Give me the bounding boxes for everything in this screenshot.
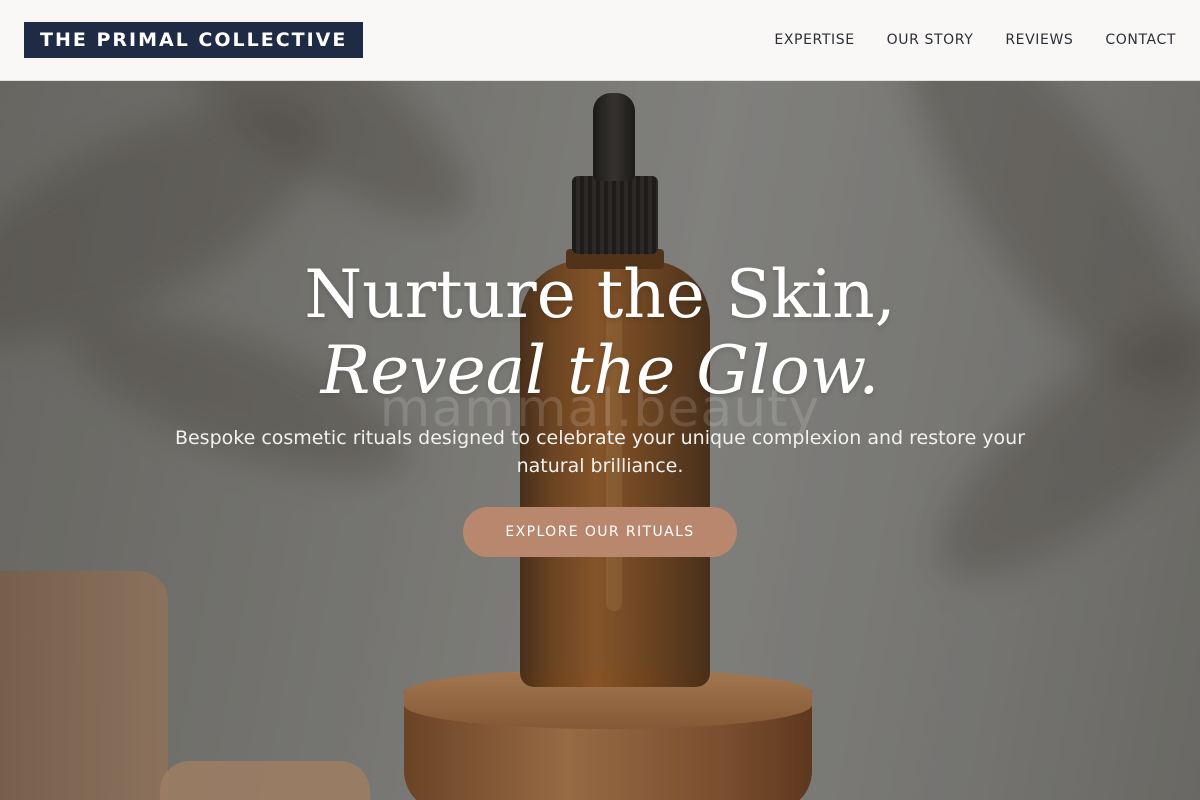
nav-item-expertise[interactable]: EXPERTISE xyxy=(774,32,854,48)
nav-item-reviews[interactable]: REVIEWS xyxy=(1005,32,1073,48)
brand-logo[interactable]: THE PRIMAL COLLECTIVE xyxy=(24,22,364,58)
main-nav: EXPERTISE OUR STORY REVIEWS CONTACT xyxy=(774,32,1176,48)
hero-section: Nurture the Skin, Reveal the Glow. mamma… xyxy=(0,81,1200,800)
hero-subtext: Bespoke cosmetic rituals designed to cel… xyxy=(174,427,1026,477)
nav-item-our-story[interactable]: OUR STORY xyxy=(887,32,974,48)
site-header: THE PRIMAL COLLECTIVE EXPERTISE OUR STOR… xyxy=(0,0,1200,81)
headline-line-1: Nurture the Skin, xyxy=(304,256,896,333)
hero-content: Nurture the Skin, Reveal the Glow. mamma… xyxy=(0,81,1200,800)
nav-item-contact[interactable]: CONTACT xyxy=(1105,32,1176,48)
explore-rituals-button[interactable]: EXPLORE OUR RITUALS xyxy=(463,507,737,557)
